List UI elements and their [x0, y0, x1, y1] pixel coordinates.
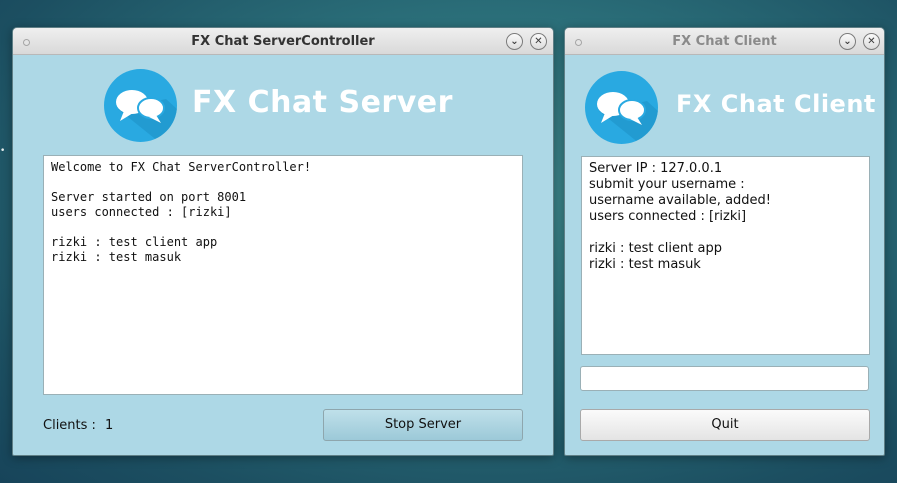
log-line: rizki : test masuk — [51, 250, 182, 264]
log-line: Server started on port 8001 — [51, 190, 247, 204]
log-line: rizki : test client app — [51, 235, 218, 249]
log-line: submit your username : — [589, 177, 745, 192]
stop-server-button[interactable]: Stop Server — [323, 409, 523, 441]
clients-label: Clients : — [43, 418, 96, 433]
minimize-icon[interactable]: ⌄ — [506, 33, 523, 50]
message-input[interactable] — [580, 366, 869, 391]
clients-count: 1 — [105, 418, 114, 433]
log-line: users connected : [rizki] — [589, 209, 747, 224]
desktop-edge-glyph: • — [0, 146, 6, 156]
client-titlebar[interactable]: FX Chat Client ⌄ ✕ — [565, 28, 884, 55]
log-line: rizki : test client app — [589, 241, 722, 256]
log-line: users connected : [rizki] — [51, 205, 232, 219]
chat-bubbles-icon — [585, 71, 658, 144]
server-window-title: FX Chat ServerController — [191, 34, 375, 49]
chat-bubbles-icon — [104, 69, 177, 142]
server-titlebar[interactable]: FX Chat ServerController ⌄ ✕ — [13, 28, 553, 55]
minimize-icon[interactable]: ⌄ — [839, 33, 856, 50]
server-window: FX Chat ServerController ⌄ ✕ FX Chat Ser… — [12, 27, 554, 456]
log-line: Welcome to FX Chat ServerController! — [51, 160, 312, 174]
close-icon[interactable]: ✕ — [530, 33, 547, 50]
quit-button[interactable]: Quit — [580, 409, 870, 441]
log-line: rizki : test masuk — [589, 257, 701, 272]
log-line: Server IP : 127.0.0.1 — [589, 161, 723, 176]
close-icon[interactable]: ✕ — [863, 33, 880, 50]
log-line: username available, added! — [589, 193, 771, 208]
server-log-area[interactable]: Welcome to FX Chat ServerController! Ser… — [43, 155, 523, 395]
client-log-area[interactable]: Server IP : 127.0.0.1 submit your userna… — [581, 156, 870, 355]
client-heading: FX Chat Client — [676, 90, 876, 118]
client-window-title: FX Chat Client — [672, 34, 777, 49]
server-heading: FX Chat Server — [192, 85, 453, 120]
client-window: FX Chat Client ⌄ ✕ FX Chat Client Server… — [564, 27, 885, 456]
